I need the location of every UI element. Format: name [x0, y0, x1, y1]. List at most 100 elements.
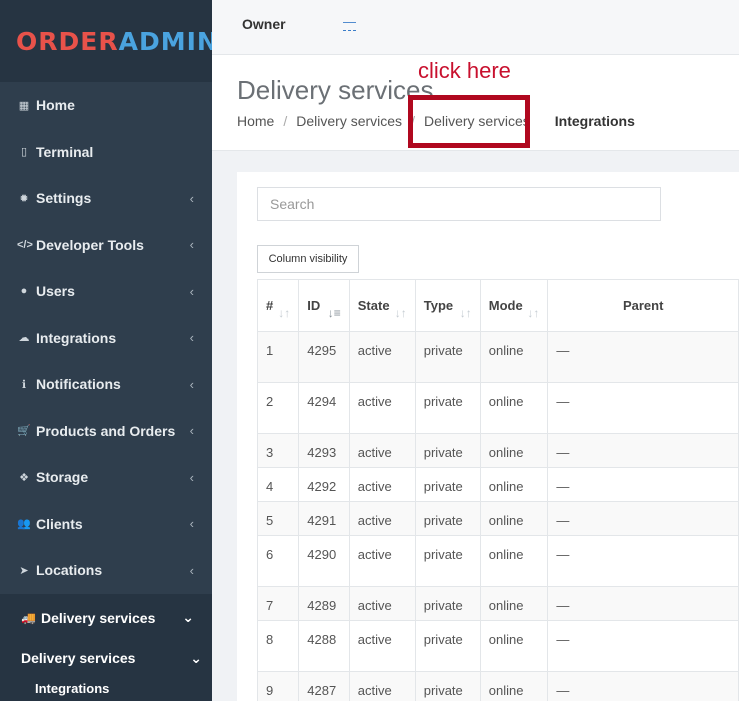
table-cell-parent: —: [547, 535, 739, 587]
sidebar-item-integrations[interactable]: ☁ Integrations ‹: [0, 315, 212, 362]
sidebar-item-products-and-orders[interactable]: 🛒 Products and Orders ‹: [0, 408, 212, 455]
column-header-id[interactable]: ID ↓≡: [298, 279, 350, 332]
chevron-left-icon: ‹: [189, 330, 194, 346]
table-row[interactable]: 1 4295 active private online —: [256, 331, 739, 383]
table-row[interactable]: 6 4290 active private online —: [256, 535, 739, 587]
sidebar-item-locations[interactable]: ➤ Locations ‹: [0, 547, 212, 594]
sidebar-subitem-delivery-services[interactable]: Delivery services ⌄: [0, 641, 212, 675]
sidebar-item-clients[interactable]: 👥 Clients ‹: [0, 501, 212, 548]
breadcrumb-home[interactable]: Home: [237, 113, 274, 129]
column-header-label: Type: [423, 298, 454, 313]
table-cell-type: private: [414, 501, 481, 536]
table-cell-n: 9: [256, 671, 300, 701]
table-cell-parent: —: [547, 382, 739, 434]
chevron-left-icon: ‹: [189, 237, 194, 253]
sort-desc-icon: ↓≡: [327, 306, 341, 320]
truck-icon: 🚚: [21, 610, 36, 625]
sidebar-item-notifications[interactable]: ℹ Notifications ‹: [0, 361, 212, 408]
table-cell-id: 4295: [298, 331, 350, 383]
sidebar-item-label: Developer Tools: [36, 236, 144, 253]
chevron-down-icon: ⌄: [182, 609, 194, 625]
sidebar-active-group: 🚚 Delivery services ⌄ Delivery services …: [0, 594, 212, 701]
table-cell-id: 4288: [298, 620, 350, 672]
sidebar-subitem-label: Integrations: [35, 680, 110, 696]
sidebar-item-developer-tools[interactable]: </> Developer Tools ‹: [0, 222, 212, 269]
table-cell-state: active: [348, 501, 416, 536]
column-header-state[interactable]: State ↓↑: [348, 279, 416, 332]
table-cell-n: 5: [256, 501, 300, 536]
column-header-label: ID: [307, 298, 321, 313]
logo-part-order: ORDER: [16, 26, 119, 56]
sidebar-icon: ❖: [19, 471, 29, 484]
chevron-left-icon: ‹: [189, 562, 194, 578]
sidebar-icon: </>: [17, 238, 33, 251]
sidebar-item-label: Delivery services: [40, 609, 156, 626]
table-row[interactable]: 9 4287 active private online —: [256, 671, 739, 701]
column-header-label: State: [357, 298, 390, 313]
table-cell-parent: —: [547, 433, 739, 468]
sidebar-item-terminal[interactable]: ▯ Terminal: [0, 129, 212, 176]
table-cell-mode: online: [479, 620, 549, 672]
table-cell-state: active: [348, 586, 416, 621]
sidebar-icon: 🛒: [17, 425, 31, 438]
sidebar-item-storage[interactable]: ❖ Storage ‹: [0, 454, 212, 501]
table-cell-state: active: [348, 382, 416, 434]
table-cell-mode: online: [479, 586, 549, 621]
table-cell-type: private: [414, 382, 481, 434]
sidebar-item-users[interactable]: ● Users ‹: [0, 268, 212, 315]
table-cell-type: private: [414, 586, 481, 621]
table-cell-type: private: [414, 331, 481, 383]
table-cell-id: 4287: [298, 671, 350, 701]
column-header-type[interactable]: Type ↓↑: [414, 279, 481, 332]
owner-selector[interactable]: —: [343, 14, 356, 31]
breadcrumb-delivery-services[interactable]: Delivery services: [296, 113, 402, 129]
sidebar-item-label: Clients: [36, 515, 83, 532]
sidebar-subitem-integrations[interactable]: Integrations: [0, 675, 212, 701]
table-cell-mode: online: [479, 501, 549, 536]
logo[interactable]: ORDER ADMIN: [0, 0, 218, 82]
column-visibility-button[interactable]: Column visibility: [257, 245, 359, 273]
table-row[interactable]: 2 4294 active private online —: [256, 382, 739, 434]
table-row[interactable]: 8 4288 active private online —: [256, 620, 739, 672]
sidebar-item-label: Notifications: [36, 376, 121, 393]
table-row[interactable]: 5 4291 active private online —: [256, 501, 739, 536]
sidebar-item-delivery-services[interactable]: 🚚 Delivery services ⌄: [0, 594, 212, 641]
table-row[interactable]: 7 4289 active private online —: [256, 586, 739, 621]
table-cell-parent: —: [547, 331, 739, 383]
search-input[interactable]: Search: [257, 187, 661, 221]
table-cell-parent: —: [547, 586, 739, 621]
table-cell-id: 4291: [298, 501, 350, 536]
logo-part-admin: ADMIN: [118, 26, 219, 56]
owner-label: Owner: [242, 16, 286, 32]
column-header-mode[interactable]: Mode ↓↑: [479, 279, 549, 332]
table-header-row: # ↓↑ ID ↓≡ State ↓↑ Type ↓↑ Mode ↓↑ Parent: [256, 279, 739, 332]
sidebar-item-settings[interactable]: ✹ Settings ‹: [0, 175, 212, 222]
sidebar-item-label: Products and Orders: [36, 422, 176, 439]
column-header-parent[interactable]: Parent: [547, 279, 739, 332]
sidebar-icon: 👥: [17, 518, 31, 531]
table-body: 1 4295 active private online —2 4294 active priv…: [256, 331, 739, 701]
sort-icon: ↓↑: [527, 306, 540, 320]
column-header-label: Mode: [488, 298, 523, 313]
sidebar-item-label: Integrations: [36, 329, 117, 346]
chevron-down-icon: ⌄: [190, 649, 202, 666]
table-row[interactable]: 4 4292 active private online —: [256, 467, 739, 502]
table-cell-n: 4: [256, 467, 300, 502]
table-cell-type: private: [414, 535, 481, 587]
table-cell-state: active: [348, 467, 416, 502]
top-bar: Owner —: [212, 0, 739, 55]
chevron-left-icon: ‹: [189, 469, 194, 485]
table-cell-n: 6: [256, 535, 300, 587]
table-cell-n: 1: [256, 331, 300, 383]
sidebar-item-home[interactable]: ▦ Home: [0, 82, 212, 129]
table-cell-mode: online: [479, 467, 549, 502]
column-header-number[interactable]: # ↓↑: [256, 279, 300, 332]
annotation-highlight-box: [408, 95, 530, 148]
sidebar-icon: ✹: [19, 192, 29, 205]
table-cell-id: 4293: [298, 433, 350, 468]
sidebar: ORDER ADMIN ▦ Home ▯ Terminal ✹ Settings ‹ </> De…: [0, 0, 218, 701]
table-cell-type: private: [414, 671, 481, 701]
table-cell-type: private: [414, 620, 481, 672]
chevron-left-icon: ‹: [189, 423, 194, 439]
table-row[interactable]: 3 4293 active private online —: [256, 433, 739, 468]
